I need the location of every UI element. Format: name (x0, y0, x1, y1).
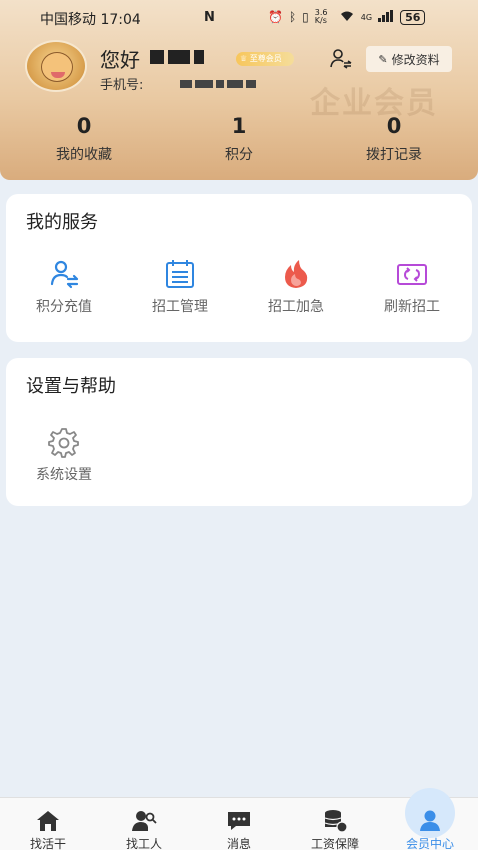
services-card: 我的服务 积分充值 招工管理 招工加急 刷新招工 (6, 194, 472, 342)
service-label: 招工管理 (152, 299, 208, 315)
settings-card: 设置与帮助 系统设置 (6, 358, 472, 506)
nav-find-jobs[interactable]: 找活干 (0, 798, 96, 850)
signal-icon (378, 9, 394, 25)
crown-icon: ♕ (240, 54, 248, 63)
stat-label: 积分 (225, 147, 253, 163)
stat-favorites[interactable]: 0 我的收藏 (24, 114, 144, 164)
vibrate-icon: ▯ (302, 10, 309, 24)
vip-badge-label: 至尊会员 (249, 54, 282, 63)
nav-label: 消息 (226, 837, 251, 850)
nav-label: 工资保障 (310, 837, 359, 850)
status-icons: ⏰ ᛒ ▯ 3.6 K/s 4G 56 (268, 8, 426, 25)
edit-profile-button[interactable]: ✎ 修改资料 (366, 46, 452, 72)
stat-call-records[interactable]: 0 拨打记录 (334, 114, 454, 164)
nfc-icon: N (204, 10, 215, 25)
message-icon (226, 808, 252, 834)
service-recruit-urgent[interactable]: 招工加急 (246, 258, 346, 316)
flame-icon (280, 258, 312, 290)
nav-wage-guarantee[interactable]: 工资保障 (287, 798, 383, 850)
stat-value: 1 (231, 114, 247, 138)
stat-label: 我的收藏 (56, 147, 112, 163)
carrier-time: 中国移动 17:04 (40, 12, 141, 28)
money-shield-icon (322, 808, 348, 834)
greeting-text: 您好 (100, 48, 140, 72)
signal-label: 4G (360, 12, 373, 22)
switch-account-icon[interactable] (330, 48, 352, 70)
pencil-icon: ✎ (378, 52, 388, 66)
phone-label: 手机号: (100, 78, 144, 93)
nav-find-workers[interactable]: 找工人 (96, 798, 192, 850)
gear-icon (48, 426, 80, 458)
services-title: 我的服务 (26, 212, 98, 233)
home-icon (35, 808, 61, 834)
nav-member-center[interactable]: 会员中心 (382, 788, 478, 850)
service-label: 招工加急 (268, 299, 324, 315)
settings-system[interactable]: 系统设置 (14, 426, 114, 484)
avatar[interactable] (25, 40, 87, 92)
settings-title: 设置与帮助 (26, 376, 116, 397)
nav-label: 找工人 (125, 837, 162, 850)
stat-points[interactable]: 1 积分 (179, 114, 299, 164)
masked-username (150, 50, 204, 64)
net-speed: 3.6 K/s (314, 8, 328, 25)
member-icon (417, 808, 443, 834)
battery-indicator: 56 (400, 9, 426, 25)
service-refresh-recruit[interactable]: 刷新招工 (362, 258, 462, 316)
stat-value: 0 (76, 114, 92, 138)
edit-profile-label: 修改资料 (391, 52, 440, 67)
nav-label: 找活干 (29, 837, 66, 850)
settings-label: 系统设置 (36, 467, 92, 483)
calendar-list-icon (164, 258, 196, 290)
status-bar: 中国移动 17:04 N ⏰ ᛒ ▯ 3.6 K/s 4G 56 (0, 0, 478, 36)
service-recruit-manage[interactable]: 招工管理 (130, 258, 230, 316)
alarm-icon: ⏰ (268, 10, 283, 24)
nav-messages[interactable]: 消息 (191, 798, 287, 850)
nav-label: 会员中心 (405, 837, 454, 850)
bluetooth-icon: ᛒ (288, 10, 297, 24)
stat-label: 拨打记录 (366, 147, 422, 163)
masked-phone (180, 80, 256, 88)
service-label: 积分充值 (36, 299, 92, 315)
bottom-nav: 找活干 找工人 消息 工资保障 会员中心 (0, 788, 478, 850)
refresh-icon (396, 258, 428, 290)
user-exchange-icon (48, 258, 80, 290)
wifi-icon (339, 10, 355, 25)
vip-badge: ♕ 至尊会员 (236, 52, 294, 66)
stat-value: 0 (386, 114, 402, 138)
service-points-recharge[interactable]: 积分充值 (14, 258, 114, 316)
service-label: 刷新招工 (384, 299, 440, 315)
worker-search-icon (131, 808, 157, 834)
